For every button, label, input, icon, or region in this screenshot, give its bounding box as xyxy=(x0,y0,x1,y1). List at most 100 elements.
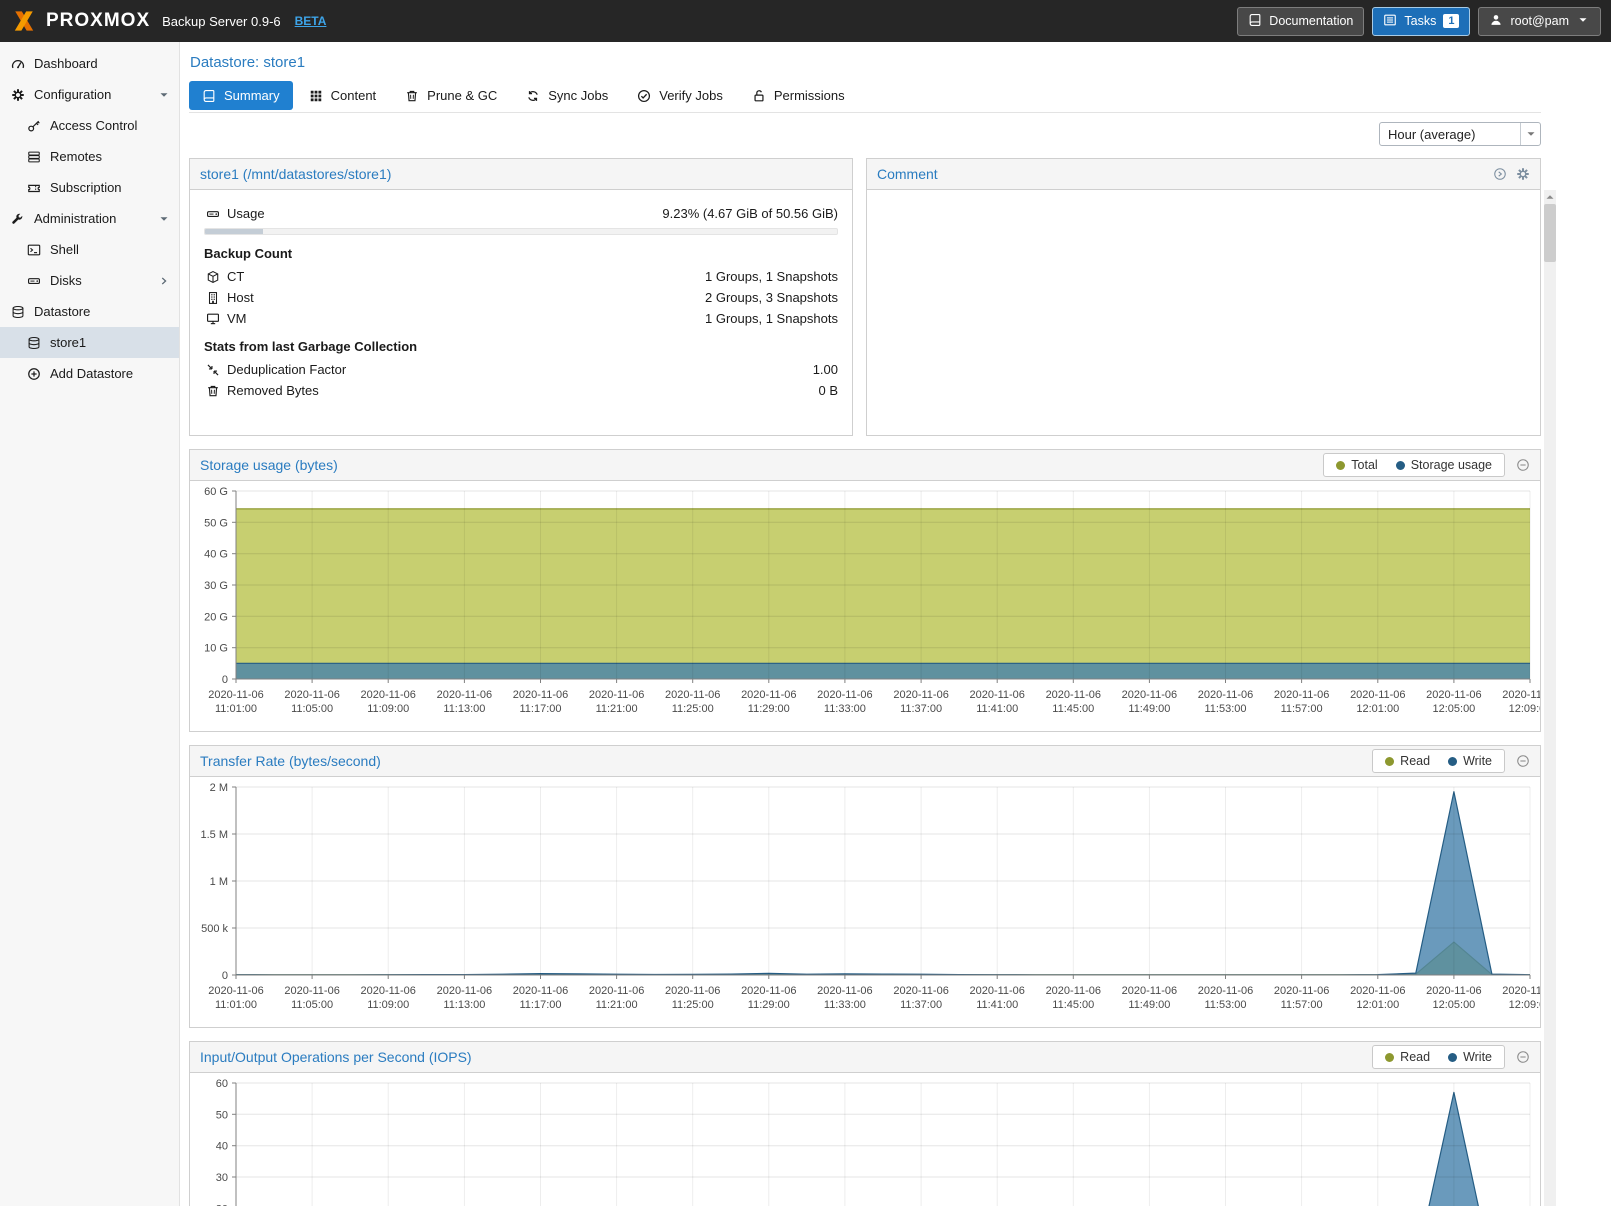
sidebar-item-label: Configuration xyxy=(34,87,111,102)
documentation-button[interactable]: Documentation xyxy=(1237,7,1364,36)
svg-text:50 G: 50 G xyxy=(204,517,228,529)
svg-text:11:09:00: 11:09:00 xyxy=(367,703,409,715)
legend-item-write[interactable]: Write xyxy=(1448,754,1492,768)
svg-text:30: 30 xyxy=(216,1172,228,1184)
time-range-select[interactable]: Hour (average) xyxy=(1379,122,1541,146)
sidebar-item-datastore[interactable]: Datastore xyxy=(0,296,179,327)
dedup-factor-row: Deduplication Factor 1.00 xyxy=(204,360,838,379)
tasks-count-badge: 1 xyxy=(1443,14,1459,28)
usage-progress-fill xyxy=(205,229,263,234)
tab-verify-jobs[interactable]: Verify Jobs xyxy=(624,81,736,110)
database-icon xyxy=(10,305,26,319)
sidebar-item-add-datastore[interactable]: Add Datastore xyxy=(0,358,179,389)
svg-text:2020-11-06: 2020-11-06 xyxy=(513,689,568,701)
svg-text:11:13:00: 11:13:00 xyxy=(443,703,485,715)
legend-item-read[interactable]: Read xyxy=(1385,1050,1430,1064)
svg-text:2020-11-06: 2020-11-06 xyxy=(1426,689,1481,701)
svg-text:2020-11-06: 2020-11-06 xyxy=(741,985,796,997)
collapse-icon[interactable] xyxy=(1516,458,1530,472)
book-icon xyxy=(1248,13,1262,30)
svg-text:50: 50 xyxy=(216,1109,228,1121)
monitor-icon xyxy=(204,312,222,326)
beta-link[interactable]: BETA xyxy=(295,14,327,28)
sidebar-item-administration[interactable]: Administration xyxy=(0,203,179,234)
tasks-button[interactable]: Tasks 1 xyxy=(1372,7,1470,36)
tab-prune-gc[interactable]: Prune & GC xyxy=(392,81,510,110)
circle-arrow-icon[interactable] xyxy=(1493,167,1507,181)
gauge-icon xyxy=(10,57,26,71)
legend-label: Read xyxy=(1400,754,1430,768)
legend-label: Storage usage xyxy=(1411,458,1492,472)
count-label: CT xyxy=(227,269,244,284)
svg-text:2020-11-06: 2020-11-06 xyxy=(893,985,948,997)
sidebar-nav: Dashboard Configuration Access Control R… xyxy=(0,42,180,1206)
caret-down-icon xyxy=(1524,127,1538,141)
legend-item-write[interactable]: Write xyxy=(1448,1050,1492,1064)
svg-text:2020-11-06: 2020-11-06 xyxy=(1046,689,1101,701)
svg-text:2020-11-06: 2020-11-06 xyxy=(665,985,720,997)
svg-text:2020-11-06: 2020-11-06 xyxy=(1350,985,1405,997)
vertical-scrollbar[interactable] xyxy=(1544,190,1556,1206)
svg-text:0: 0 xyxy=(222,674,228,686)
host-count-row: Host 2 Groups, 3 Snapshots xyxy=(204,288,838,307)
removed-bytes-row: Removed Bytes 0 B xyxy=(204,381,838,400)
svg-text:11:05:00: 11:05:00 xyxy=(291,703,333,715)
sidebar-item-disks[interactable]: Disks xyxy=(0,265,179,296)
svg-text:11:37:00: 11:37:00 xyxy=(900,703,942,715)
svg-text:2020-11-06: 2020-11-06 xyxy=(969,985,1024,997)
collapse-icon[interactable] xyxy=(1516,754,1530,768)
sidebar-item-remotes[interactable]: Remotes xyxy=(0,141,179,172)
legend-item-storage-usage[interactable]: Storage usage xyxy=(1396,458,1492,472)
svg-text:11:49:00: 11:49:00 xyxy=(1128,703,1170,715)
scrollbar-thumb[interactable] xyxy=(1544,204,1556,262)
svg-text:11:33:00: 11:33:00 xyxy=(824,999,866,1011)
collapse-icon[interactable] xyxy=(1516,1050,1530,1064)
caret-down-icon xyxy=(157,88,171,102)
svg-text:2020-11-06: 2020-11-06 xyxy=(1274,689,1329,701)
svg-text:11:41:00: 11:41:00 xyxy=(976,999,1018,1011)
svg-text:2020-11-06: 2020-11-06 xyxy=(1502,985,1540,997)
sidebar-item-shell[interactable]: Shell xyxy=(0,234,179,265)
sidebar-item-label: Access Control xyxy=(50,118,137,133)
svg-text:11:49:00: 11:49:00 xyxy=(1128,999,1170,1011)
gc-stats-heading: Stats from last Garbage Collection xyxy=(204,339,838,354)
svg-text:30 G: 30 G xyxy=(204,580,228,592)
tab-content[interactable]: Content xyxy=(296,81,390,110)
sidebar-item-configuration[interactable]: Configuration xyxy=(0,79,179,110)
svg-text:11:25:00: 11:25:00 xyxy=(672,999,714,1011)
svg-text:2020-11-06: 2020-11-06 xyxy=(1350,689,1405,701)
sidebar-item-label: Dashboard xyxy=(34,56,98,71)
combo-trigger[interactable] xyxy=(1520,123,1540,145)
database-icon xyxy=(26,336,42,350)
sidebar-item-dashboard[interactable]: Dashboard xyxy=(0,48,179,79)
svg-text:11:53:00: 11:53:00 xyxy=(1204,703,1246,715)
terminal-icon xyxy=(26,243,42,257)
gc-stat-value: 1.00 xyxy=(813,362,838,377)
svg-text:1 M: 1 M xyxy=(210,876,228,888)
svg-text:12:09:00: 12:09:00 xyxy=(1509,703,1540,715)
scroll-up-button[interactable] xyxy=(1544,190,1556,204)
book-icon xyxy=(202,89,216,103)
trash-icon xyxy=(204,384,222,398)
comment-body[interactable] xyxy=(867,190,1540,214)
gear-icon[interactable] xyxy=(1516,167,1530,181)
key-icon xyxy=(26,119,42,133)
legend-item-total[interactable]: Total xyxy=(1336,458,1377,472)
svg-text:12:05:00: 12:05:00 xyxy=(1432,999,1475,1011)
comment-panel: Comment xyxy=(866,158,1541,436)
user-menu-button[interactable]: root@pam xyxy=(1478,7,1601,36)
svg-text:11:45:00: 11:45:00 xyxy=(1052,703,1094,715)
sidebar-item-subscription[interactable]: Subscription xyxy=(0,172,179,203)
tab-summary[interactable]: Summary xyxy=(189,81,293,110)
svg-text:11:05:00: 11:05:00 xyxy=(291,999,333,1011)
proxmox-logo xyxy=(10,7,38,35)
sidebar-item-store1[interactable]: store1 xyxy=(0,327,179,358)
legend-item-read[interactable]: Read xyxy=(1385,754,1430,768)
tab-label: Prune & GC xyxy=(427,88,497,103)
tab-sync-jobs[interactable]: Sync Jobs xyxy=(513,81,621,110)
vm-count-row: VM 1 Groups, 1 Snapshots xyxy=(204,309,838,328)
sidebar-item-access-control[interactable]: Access Control xyxy=(0,110,179,141)
svg-text:11:53:00: 11:53:00 xyxy=(1204,999,1246,1011)
tab-permissions[interactable]: Permissions xyxy=(739,81,858,110)
svg-text:11:17:00: 11:17:00 xyxy=(519,703,561,715)
